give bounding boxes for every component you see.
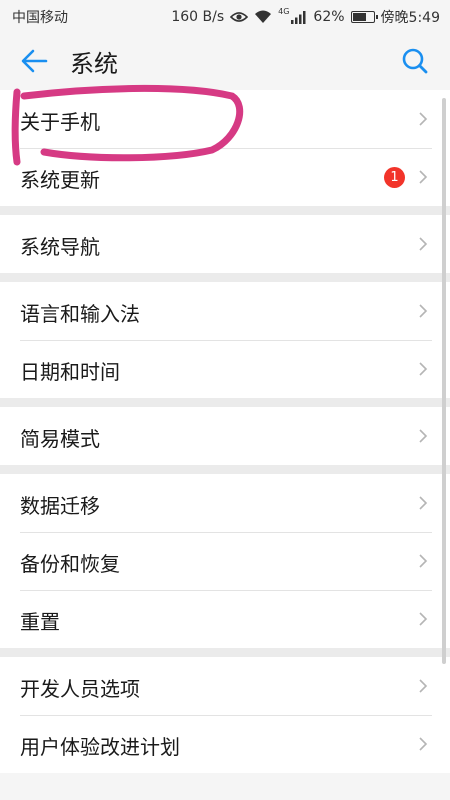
- settings-item-label: 备份和恢复: [20, 552, 120, 576]
- group-divider: [0, 648, 450, 657]
- network-speed: 160 B/s: [171, 9, 225, 25]
- battery-percent: 62%: [313, 9, 345, 25]
- signal-icon: [291, 10, 306, 24]
- app-header: 系统: [0, 32, 450, 90]
- chevron-right-icon: [419, 496, 428, 510]
- chevron-right-icon: [419, 170, 428, 184]
- settings-group-navigation: 系统导航: [0, 215, 450, 273]
- settings-item-date-time[interactable]: 日期和时间: [0, 340, 450, 398]
- chevron-right-icon: [419, 429, 428, 443]
- settings-group-language: 语言和输入法 日期和时间: [0, 282, 450, 398]
- settings-list: 关于手机 系统更新 1 系统导航 语言和输入法 日期和时间 简易模式 数据迁移 …: [0, 90, 450, 773]
- settings-item-language-input[interactable]: 语言和输入法: [0, 282, 450, 340]
- settings-group-about: 关于手机 系统更新 1: [0, 90, 450, 206]
- group-divider: [0, 273, 450, 282]
- settings-item-data-migration[interactable]: 数据迁移: [0, 474, 450, 532]
- chevron-right-icon: [419, 362, 428, 376]
- settings-item-label: 数据迁移: [20, 494, 100, 518]
- chevron-right-icon: [419, 679, 428, 693]
- chevron-right-icon: [419, 112, 428, 126]
- scrollbar[interactable]: [442, 98, 446, 664]
- settings-item-system-update[interactable]: 系统更新 1: [0, 148, 450, 206]
- chevron-right-icon: [419, 304, 428, 318]
- group-divider: [0, 206, 450, 215]
- battery-fill: [352, 13, 367, 21]
- settings-item-backup-restore[interactable]: 备份和恢复: [0, 532, 450, 590]
- settings-item-label: 简易模式: [20, 427, 100, 451]
- chevron-right-icon: [419, 737, 428, 751]
- chevron-right-icon: [419, 554, 428, 568]
- wifi-icon: [255, 10, 272, 23]
- settings-item-developer-options[interactable]: 开发人员选项: [0, 657, 450, 715]
- settings-item-label: 系统更新: [20, 168, 100, 192]
- settings-item-about-phone[interactable]: 关于手机: [0, 90, 450, 148]
- settings-item-label: 重置: [20, 610, 60, 634]
- settings-item-label: 关于手机: [20, 110, 100, 134]
- search-icon: [402, 48, 428, 74]
- settings-item-label: 日期和时间: [20, 360, 120, 384]
- carrier-label: 中国移动: [12, 10, 68, 26]
- search-button[interactable]: [400, 46, 430, 76]
- settings-group-data: 数据迁移 备份和恢复 重置: [0, 474, 450, 648]
- settings-item-label: 开发人员选项: [20, 677, 140, 701]
- settings-item-label: 用户体验改进计划: [20, 735, 180, 759]
- settings-item-reset[interactable]: 重置: [0, 590, 450, 648]
- back-arrow-icon: [21, 49, 48, 73]
- settings-item-label: 系统导航: [20, 235, 100, 259]
- group-divider: [0, 398, 450, 407]
- update-count-badge: 1: [384, 167, 405, 188]
- network-type-label: 4G: [278, 6, 290, 16]
- eye-icon: [230, 12, 249, 22]
- settings-group-developer: 开发人员选项 用户体验改进计划: [0, 657, 450, 773]
- page-title: 系统: [70, 50, 118, 78]
- settings-item-user-experience-program[interactable]: 用户体验改进计划: [0, 715, 450, 773]
- settings-item-system-navigation[interactable]: 系统导航: [0, 215, 450, 273]
- back-button[interactable]: [18, 46, 50, 76]
- group-divider: [0, 465, 450, 474]
- chevron-right-icon: [419, 237, 428, 251]
- settings-item-simple-mode[interactable]: 简易模式: [0, 407, 450, 465]
- status-indicators: 160 B/s 4G 62% 傍晚5:49: [171, 7, 440, 27]
- clock: 傍晚5:49: [380, 10, 440, 26]
- settings-item-label: 语言和输入法: [20, 302, 140, 326]
- battery-icon: [350, 11, 378, 23]
- status-bar: 中国移动 160 B/s 4G 62% 傍晚5:49: [0, 0, 450, 32]
- settings-group-simple-mode: 简易模式: [0, 407, 450, 465]
- chevron-right-icon: [419, 612, 428, 626]
